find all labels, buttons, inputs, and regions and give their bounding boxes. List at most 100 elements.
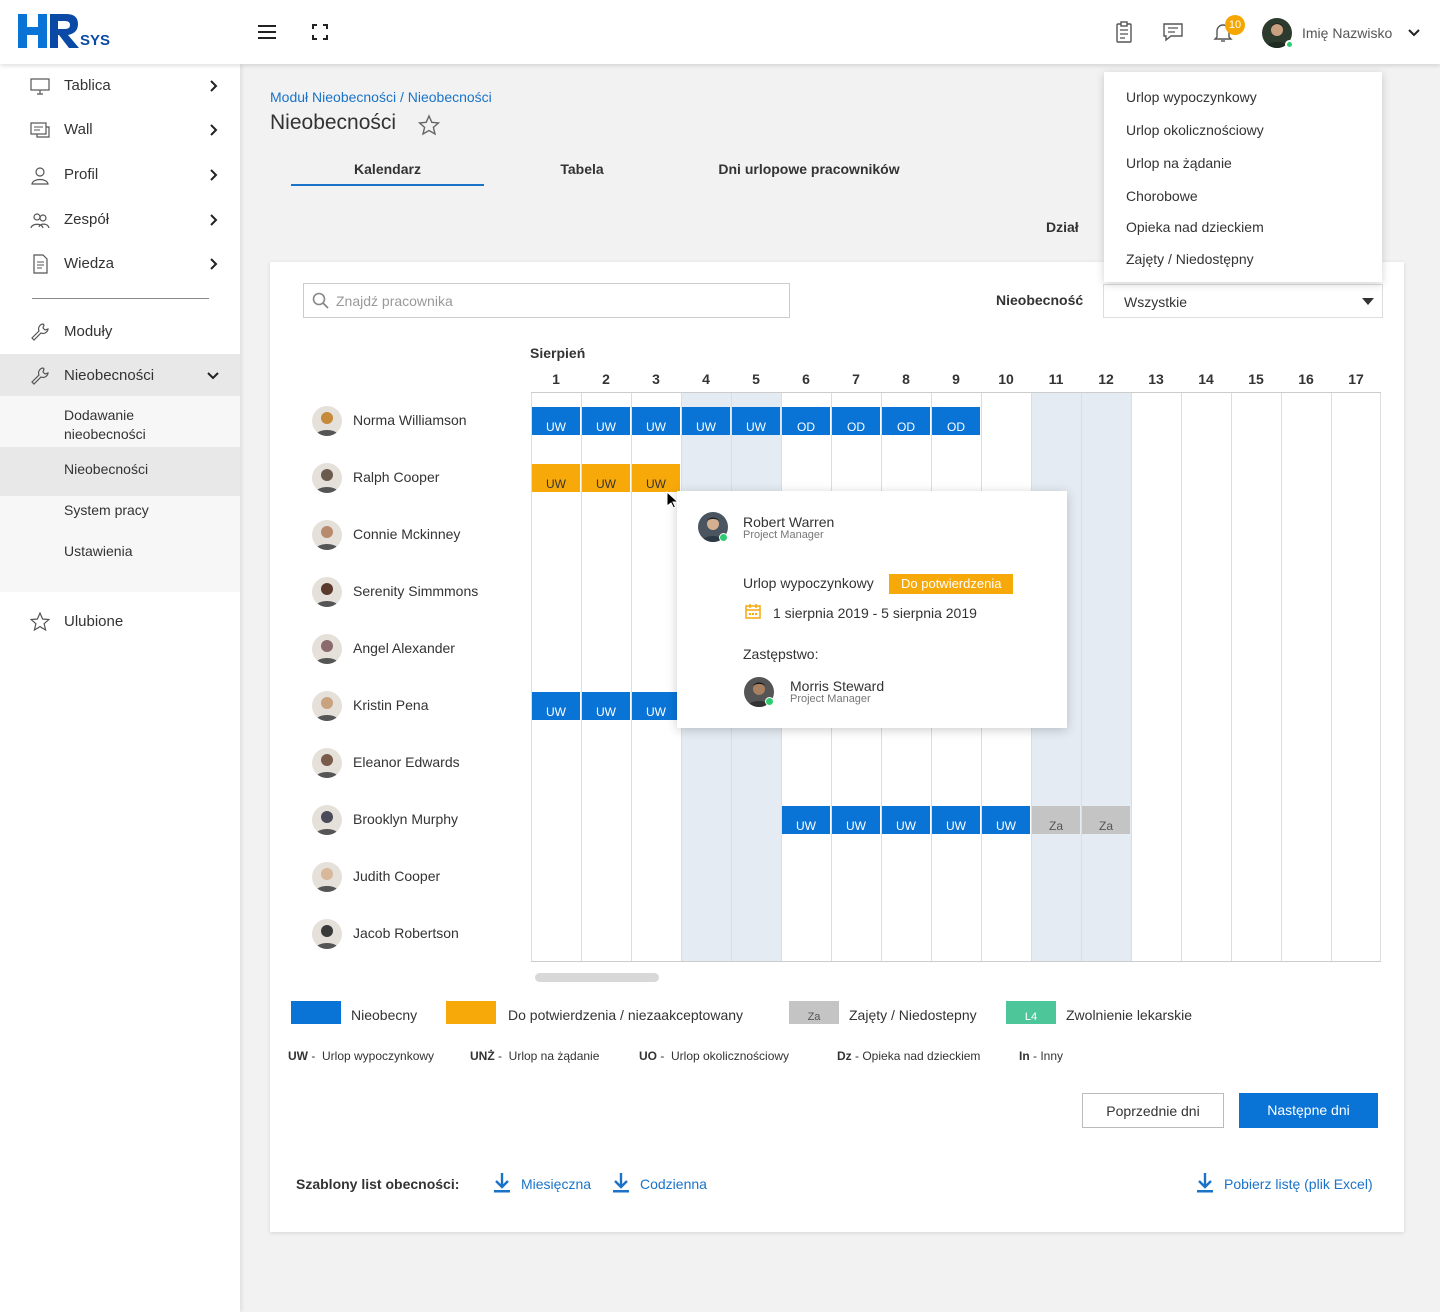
absence-block[interactable]: Za <box>1032 806 1080 834</box>
absence-block[interactable]: UW <box>932 806 980 834</box>
day-column[interactable] <box>1331 393 1381 962</box>
chevron-down-icon[interactable] <box>1407 28 1421 38</box>
grid-right-line <box>1380 393 1381 962</box>
day-header: 6 <box>802 371 810 387</box>
online-status-dot <box>719 533 728 542</box>
absence-code: OD <box>947 420 965 434</box>
absence-block[interactable]: UW <box>582 407 630 435</box>
sidebar-item-label: Profil <box>64 166 99 183</box>
sidebar-item-wall[interactable]: Wall <box>0 108 240 152</box>
sidebar-item-label: Tablica <box>64 77 111 94</box>
absence-block[interactable]: UW <box>632 692 680 720</box>
employee-name: Judith Cooper <box>353 868 441 884</box>
sidebar-item-wiedza[interactable]: Wiedza <box>0 242 240 286</box>
absence-block[interactable]: UW <box>582 464 630 492</box>
mouse-cursor-icon <box>666 491 678 509</box>
day-header: 5 <box>752 371 760 387</box>
day-column[interactable] <box>1131 393 1181 962</box>
sidebar-item-moduly[interactable]: Moduły <box>0 310 240 354</box>
absence-block[interactable]: OD <box>882 407 930 435</box>
absence-code: UW <box>646 420 666 434</box>
legend-label: Do potwierdzenia / niezaakceptowany <box>508 1007 744 1023</box>
previous-days-button[interactable]: Poprzednie dni <box>1082 1093 1224 1128</box>
tab-tabela[interactable]: Tabela <box>500 161 664 177</box>
sidebar-item-profil[interactable]: Profil <box>0 153 240 197</box>
submenu-item-dodawanie[interactable]: Dodawanie nieobecności <box>0 406 240 446</box>
download-label: Pobierz listę (plik Excel) <box>1224 1176 1373 1192</box>
submenu-item-system-pracy[interactable]: System pracy <box>0 502 240 528</box>
absence-block[interactable]: OD <box>782 407 830 435</box>
dropdown-option[interactable]: Urlop okolicznościowy <box>1126 122 1264 138</box>
sidebar-submenu: Dodawanie nieobecności Nieobecności Syst… <box>0 396 240 592</box>
absence-block[interactable]: Za <box>1082 806 1130 834</box>
absence-block[interactable]: UW <box>632 407 680 435</box>
chevron-right-icon <box>210 258 218 270</box>
logo[interactable]: SYS <box>18 14 118 50</box>
day-column[interactable] <box>1281 393 1331 962</box>
absence-block[interactable]: UW <box>732 407 780 435</box>
abbr-code: In <box>1019 1049 1030 1063</box>
employee-avatar <box>312 805 342 835</box>
dzial-label: Dział <box>1046 219 1079 235</box>
absence-block[interactable]: UW <box>782 806 830 834</box>
download-icon <box>1197 1173 1213 1193</box>
absence-block[interactable]: UW <box>532 407 580 435</box>
calendar-month: Sierpień <box>530 345 586 361</box>
absence-code: UW <box>596 477 616 491</box>
day-column[interactable] <box>1231 393 1281 962</box>
absence-block[interactable]: UW <box>682 407 730 435</box>
absence-block[interactable]: UW <box>982 806 1030 834</box>
dropdown-option[interactable]: Zajęty / Niedostępny <box>1126 251 1254 267</box>
absence-select[interactable]: Wszystkie <box>1103 284 1383 318</box>
legend-label: Nieobecny <box>351 1007 418 1023</box>
wall-icon <box>30 122 50 138</box>
absence-code: UW <box>946 819 966 833</box>
day-header: 2 <box>602 371 610 387</box>
search-input[interactable]: Znajdź pracownika <box>303 283 790 318</box>
sidebar-item-label: Zespół <box>64 211 110 228</box>
popover-employee-name: Robert Warren <box>743 514 835 530</box>
tab-kalendarz[interactable]: Kalendarz <box>291 161 484 177</box>
abbreviation-unz: UNŻ - Urlop na żądanie <box>470 1049 600 1063</box>
absence-block[interactable]: UW <box>532 692 580 720</box>
chat-icon[interactable] <box>1161 20 1185 44</box>
sidebar-item-tablica[interactable]: Tablica <box>0 64 240 108</box>
clipboard-icon[interactable] <box>1112 20 1136 44</box>
monitor-icon <box>30 78 50 95</box>
day-column[interactable] <box>1081 393 1131 962</box>
absence-block[interactable]: UW <box>582 692 630 720</box>
absence-block[interactable]: UW <box>882 806 930 834</box>
absence-block[interactable]: UW <box>832 806 880 834</box>
submenu-item-label: Nieobecności <box>64 461 149 477</box>
tab-dni-urlopowe[interactable]: Dni urlopowe pracowników <box>690 161 928 177</box>
active-tab-indicator <box>291 184 484 186</box>
employee-avatar <box>312 919 342 949</box>
horizontal-scrollbar[interactable] <box>535 973 659 982</box>
sidebar-item-label: Ulubione <box>64 613 124 630</box>
next-days-button[interactable]: Następne dni <box>1239 1093 1378 1128</box>
day-column[interactable] <box>1181 393 1231 962</box>
caret-down-icon <box>1362 298 1374 305</box>
favorite-star-icon[interactable] <box>418 114 440 136</box>
sidebar-item-ulubione[interactable]: Ulubione <box>0 600 240 644</box>
submenu-item-ustawienia[interactable]: Ustawienia <box>0 543 240 569</box>
absence-block[interactable]: UW <box>632 464 680 492</box>
dropdown-option[interactable]: Chorobowe <box>1126 188 1198 204</box>
fullscreen-icon[interactable] <box>308 20 332 44</box>
legend-code: Za <box>807 1011 821 1023</box>
absence-block[interactable]: OD <box>932 407 980 435</box>
absence-code: UW <box>846 819 866 833</box>
employee-avatar <box>312 520 342 550</box>
absence-block[interactable]: OD <box>832 407 880 435</box>
employee-name: Serenity Simmmons <box>353 583 479 599</box>
breadcrumb[interactable]: Moduł Nieobecności / Nieobecności <box>270 89 492 105</box>
submenu-item-nieobecnosci[interactable]: Nieobecności <box>0 447 240 496</box>
absence-block[interactable]: UW <box>532 464 580 492</box>
sidebar-item-zespol[interactable]: Zespół <box>0 198 240 242</box>
grid-top-line <box>531 392 1381 393</box>
dropdown-option[interactable]: Urlop na żądanie <box>1126 155 1232 171</box>
sidebar-item-nieobecnosci[interactable]: Nieobecności <box>0 354 240 396</box>
menu-icon[interactable] <box>256 20 280 44</box>
dropdown-option[interactable]: Opieka nad dzieckiem <box>1126 219 1264 235</box>
dropdown-option[interactable]: Urlop wypoczynkowy <box>1126 89 1257 105</box>
